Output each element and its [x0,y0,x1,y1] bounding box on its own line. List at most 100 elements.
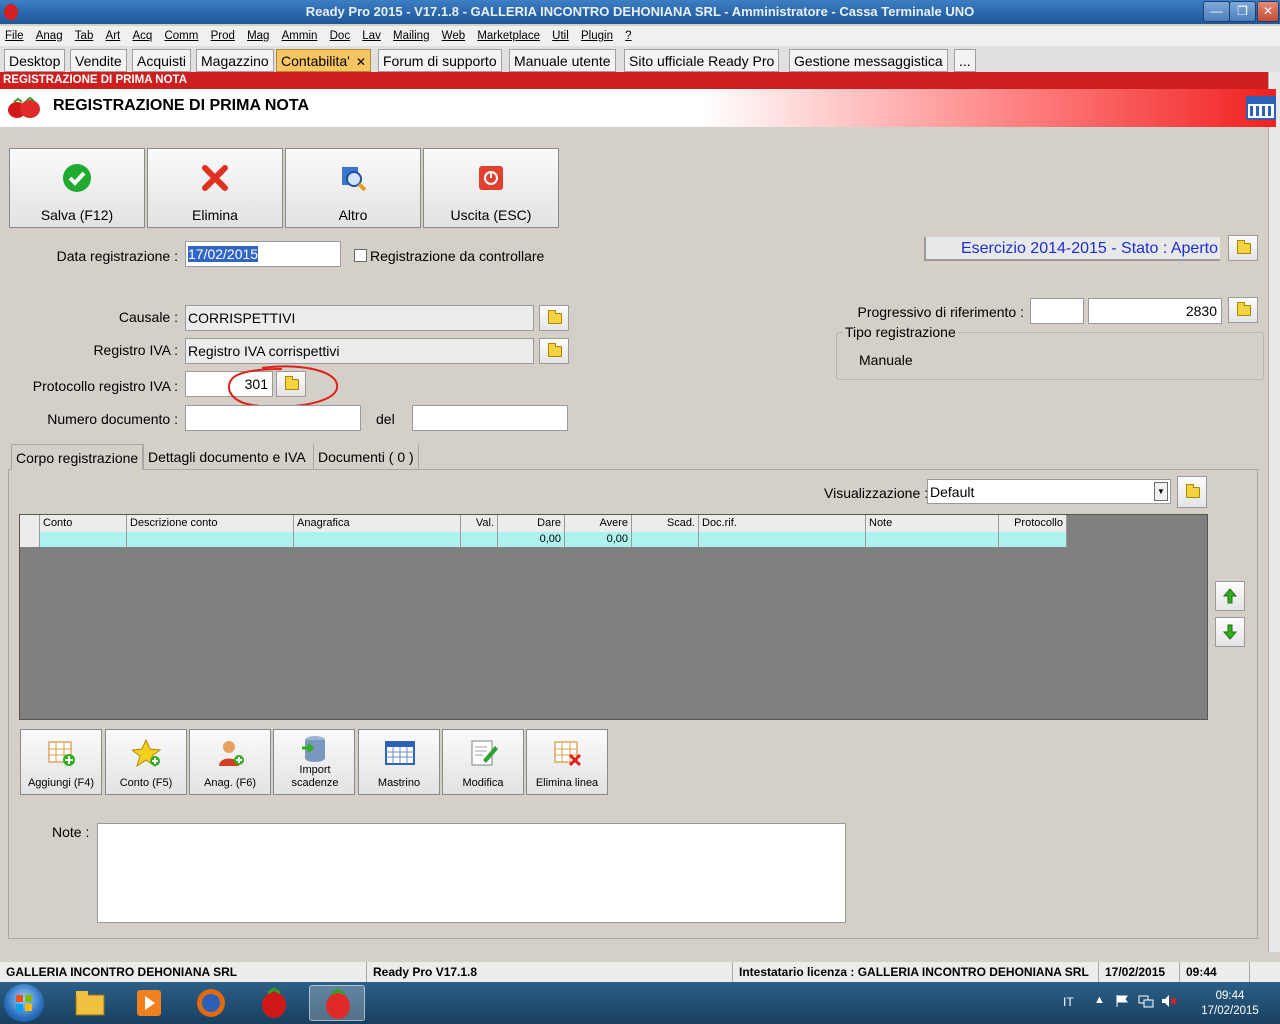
media-player-taskbar-icon[interactable] [121,985,177,1021]
menu-comm[interactable]: Comm [164,26,198,46]
start-button[interactable] [4,984,44,1022]
tab-documenti[interactable]: Documenti ( 0 ) [313,444,419,470]
tab-dettagli-documento[interactable]: Dettagli documento e IVA [143,444,310,470]
menu-anag[interactable]: Anag [36,26,63,46]
view-select[interactable]: Default ▼ [927,479,1171,504]
import-scadenze-button[interactable]: Import scadenze [273,729,355,795]
row-selector[interactable] [20,532,40,547]
move-down-button[interactable] [1215,617,1245,647]
vertical-scrollbar[interactable] [1268,72,1280,952]
grid-col-descrizione[interactable]: Descrizione conto [127,515,294,532]
menu-tab[interactable]: Tab [75,26,94,46]
tab-forum[interactable]: Forum di supporto [378,49,502,72]
registro-field[interactable]: Registro IVA corrispettivi [185,338,534,364]
cell-scad[interactable] [632,532,699,547]
grid-col-docrif[interactable]: Doc.rif. [699,515,866,532]
volume-muted-icon[interactable] [1161,994,1177,1008]
delete-button[interactable]: Elimina [147,148,283,228]
exit-button[interactable]: Uscita (ESC) [423,148,559,228]
tab-contabilita[interactable]: Contabilita' ✕ [276,49,371,72]
cell-descrizione[interactable] [127,532,294,547]
cell-protocollo[interactable] [999,532,1067,547]
readypro-taskbar-icon[interactable] [246,985,302,1021]
cell-note[interactable] [866,532,999,547]
menu-doc[interactable]: Doc [330,26,350,46]
numero-field[interactable] [185,405,361,431]
grid-col-conto[interactable]: Conto [40,515,127,532]
grid-col-scad[interactable]: Scad. [632,515,699,532]
menu-ammin[interactable]: Ammin [282,26,318,46]
cell-conto[interactable] [40,532,127,547]
tab-desktop[interactable]: Desktop [4,49,66,72]
input-language[interactable]: IT [1063,995,1074,1009]
modifica-button[interactable]: Modifica [442,729,524,795]
tab-sito[interactable]: Sito ufficiale Ready Pro [624,49,780,72]
menu-file[interactable]: File [5,26,24,46]
table-row[interactable]: 0,00 0,00 [20,532,1067,547]
firefox-taskbar-icon[interactable] [183,985,239,1021]
explorer-taskbar-icon[interactable] [62,985,118,1021]
other-button[interactable]: Altro [285,148,421,228]
save-button[interactable]: Salva (F12) [9,148,145,228]
menu-mag[interactable]: Mag [247,26,269,46]
menu-acq[interactable]: Acq [132,26,152,46]
restore-button[interactable]: ❐ [1229,1,1256,22]
elimina-linea-button[interactable]: Elimina linea [526,729,608,795]
registro-lookup-button[interactable] [539,338,569,364]
progressivo-field[interactable]: 2830 [1088,298,1222,324]
close-button[interactable]: ✕ [1257,1,1279,22]
move-up-button[interactable] [1215,581,1245,611]
conto-button[interactable]: Conto (F5) [105,729,187,795]
menu-plugin[interactable]: Plugin [581,26,613,46]
add-line-button[interactable]: Aggiungi (F4) [20,729,102,795]
cell-docrif[interactable] [699,532,866,547]
grid-col-avere[interactable]: Avere [565,515,632,532]
menu-lav[interactable]: Lav [362,26,381,46]
tab-magazzino[interactable]: Magazzino [196,49,274,72]
menu-marketplace[interactable]: Marketplace [477,26,540,46]
chevron-down-icon[interactable]: ▼ [1154,482,1168,501]
tab-acquisti[interactable]: Acquisti [132,49,192,72]
mastrino-button[interactable]: Mastrino [358,729,440,795]
menu-art[interactable]: Art [106,26,121,46]
tab-more[interactable]: ... [954,49,976,72]
grid-col-anagrafica[interactable]: Anagrafica [294,515,461,532]
tab-corpo-registrazione[interactable]: Corpo registrazione [11,444,144,470]
menu-prod[interactable]: Prod [211,26,235,46]
causale-lookup-button[interactable] [539,305,569,331]
causale-field[interactable]: CORRISPETTIVI [185,305,534,331]
menu-web[interactable]: Web [442,26,465,46]
menu-help[interactable]: ? [625,26,631,46]
cell-dare[interactable]: 0,00 [498,532,565,547]
cell-avere[interactable]: 0,00 [565,532,632,547]
close-tab-icon[interactable]: ✕ [356,55,366,69]
tray-expand-icon[interactable]: ▲ [1094,994,1105,1006]
grid-col-note[interactable]: Note [866,515,999,532]
view-lookup-button[interactable] [1177,476,1207,508]
grid-col-protocollo[interactable]: Protocollo [999,515,1067,532]
date-field[interactable]: 17/02/2015 [185,241,341,267]
flag-icon[interactable] [1115,994,1129,1008]
progressivo-prefix-field[interactable] [1030,298,1084,324]
registration-grid[interactable]: Conto Descrizione conto Anagrafica Val. … [19,514,1208,720]
network-icon[interactable] [1138,994,1154,1008]
grid-col-val[interactable]: Val. [461,515,498,532]
minimize-button[interactable]: — [1203,1,1230,22]
del-date-field[interactable] [412,405,568,431]
tab-manuale[interactable]: Manuale utente [509,49,616,72]
tab-vendite[interactable]: Vendite [70,49,127,72]
tab-messaggistica[interactable]: Gestione messaggistica [789,49,948,72]
system-clock[interactable]: 09:44 17/02/2015 [1190,989,1270,1019]
anag-button[interactable]: Anag. (F6) [189,729,271,795]
calendar-icon[interactable] [1246,96,1276,120]
controllare-checkbox[interactable] [354,249,367,262]
readypro-active-taskbar-icon[interactable] [309,985,365,1021]
progressivo-lookup-button[interactable] [1228,297,1258,323]
note-textarea[interactable] [97,823,846,923]
cell-val[interactable] [461,532,498,547]
menu-mailing[interactable]: Mailing [393,26,429,46]
grid-col-dare[interactable]: Dare [498,515,565,532]
esercizio-lookup-button[interactable] [1228,235,1258,261]
menu-util[interactable]: Util [552,26,569,46]
cell-anagrafica[interactable] [294,532,461,547]
